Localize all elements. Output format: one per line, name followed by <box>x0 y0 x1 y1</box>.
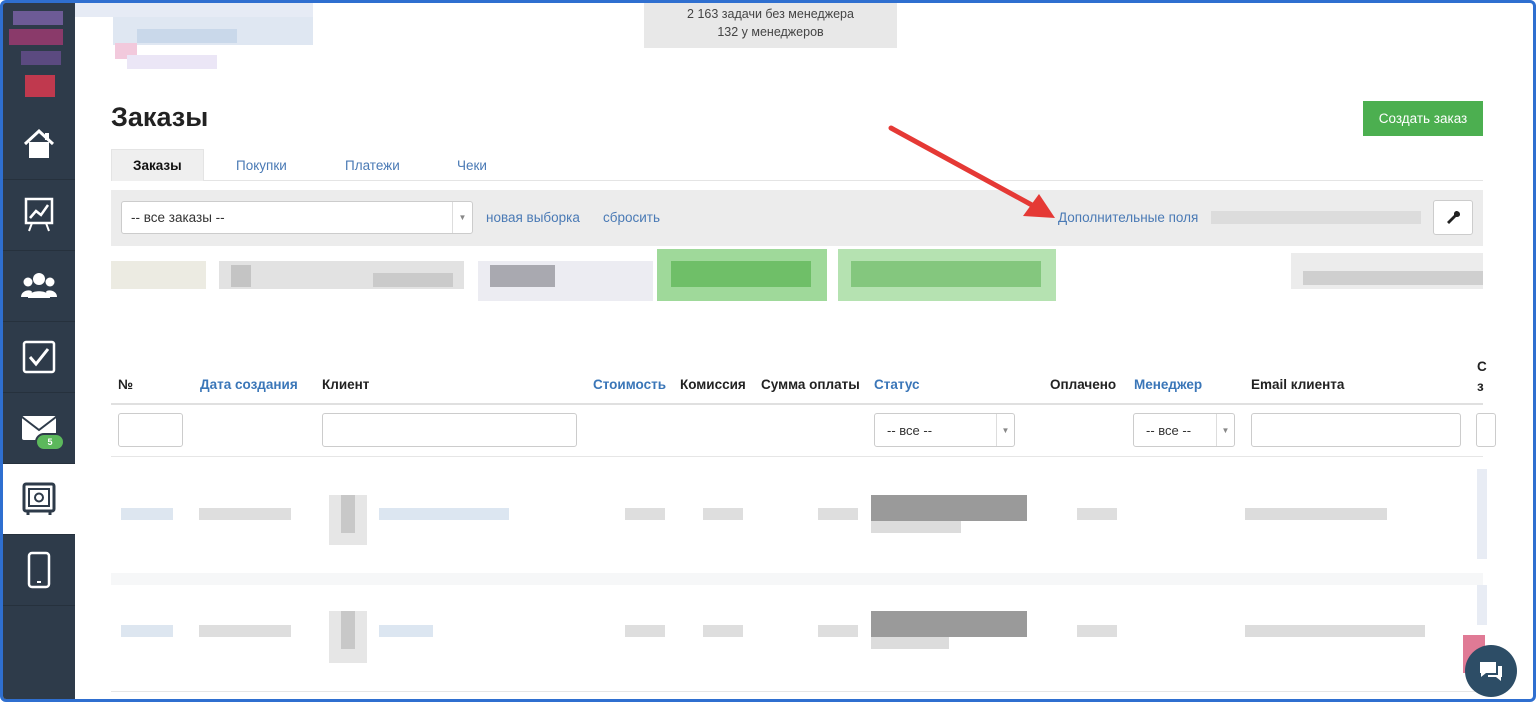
unread-badge: 5 <box>35 433 65 451</box>
page-title: Заказы <box>111 102 209 132</box>
create-order-button[interactable]: Создать заказ <box>1363 101 1483 136</box>
chat-bubble-icon <box>1480 662 1502 681</box>
extra-fields-link[interactable]: Дополнительные поля <box>1058 210 1198 225</box>
tab-payments[interactable]: Платежи <box>345 149 400 181</box>
col-commission: Комиссия <box>680 377 746 392</box>
tab-purchases[interactable]: Покупки <box>236 149 287 181</box>
tab-orders[interactable]: Заказы <box>111 149 204 181</box>
chevron-down-icon: ▼ <box>1216 414 1234 446</box>
sidebar: 5 <box>3 3 75 699</box>
checkbox-icon <box>22 340 56 374</box>
safe-icon <box>22 482 56 515</box>
status-filter-select[interactable]: -- все -- ▼ <box>874 413 1015 447</box>
sidebar-item-reports[interactable] <box>3 180 75 251</box>
account-logo[interactable] <box>3 3 75 109</box>
col-status[interactable]: Статус <box>874 377 920 392</box>
col-payment-sum: Сумма оплаты <box>761 377 860 392</box>
chevron-down-icon: ▼ <box>452 202 472 233</box>
status-filter-value: -- все -- <box>887 423 933 438</box>
row-divider <box>111 691 1483 692</box>
sidebar-item-home[interactable] <box>3 109 75 180</box>
col-price[interactable]: Стоимость <box>593 377 666 392</box>
col-created-date[interactable]: Дата создания <box>200 377 298 392</box>
col-client: Клиент <box>322 377 370 392</box>
sidebar-item-users[interactable] <box>3 251 75 322</box>
table-header-divider <box>111 403 1483 405</box>
tabs: Заказы Покупки Платежи Чеки <box>111 149 1483 181</box>
wrench-icon <box>1447 210 1461 224</box>
chat-widget-button[interactable] <box>1465 645 1517 697</box>
client-filter-input[interactable] <box>322 413 577 447</box>
users-icon <box>21 273 57 298</box>
number-filter-input[interactable] <box>118 413 183 447</box>
home-icon <box>23 128 55 158</box>
settings-button[interactable] <box>1433 200 1473 235</box>
sidebar-item-tasks[interactable] <box>3 322 75 393</box>
account-name-pixelated <box>75 3 315 73</box>
col-manager[interactable]: Менеджер <box>1134 377 1202 392</box>
sidebar-item-mobile[interactable] <box>3 535 75 606</box>
mobile-icon <box>27 551 51 589</box>
tasks-without-manager: 2 163 задачи без менеджера <box>687 7 854 21</box>
tasks-summary[interactable]: 2 163 задачи без менеджера 132 у менедже… <box>644 3 897 48</box>
email-filter-input[interactable] <box>1251 413 1461 447</box>
row-divider <box>111 573 1483 585</box>
tab-receipts[interactable]: Чеки <box>457 149 487 181</box>
truncated-filter-input[interactable] <box>1476 413 1496 447</box>
tasks-with-managers: 132 у менеджеров <box>717 25 824 39</box>
filter-bar: -- все заказы -- ▼ новая выборка сбросит… <box>111 190 1483 246</box>
manager-filter-select[interactable]: -- все -- ▼ <box>1133 413 1235 447</box>
col-truncated: С з <box>1477 359 1487 394</box>
row-divider <box>111 456 1483 457</box>
app-window: 5 2 163 задачи без менеджера 132 у менед… <box>0 0 1536 702</box>
order-selection-value: -- все заказы -- <box>131 210 225 225</box>
manager-filter-value: -- все -- <box>1146 423 1192 438</box>
annotation-arrow-icon <box>888 125 1055 218</box>
sidebar-item-orders[interactable] <box>3 464 75 535</box>
col-number: № <box>118 377 134 392</box>
pixelated-field <box>1211 211 1421 224</box>
reset-link[interactable]: сбросить <box>603 210 660 225</box>
order-selection-select[interactable]: -- все заказы -- ▼ <box>121 201 473 234</box>
new-selection-link[interactable]: новая выборка <box>486 210 580 225</box>
chart-board-icon <box>24 197 54 232</box>
col-client-email: Email клиента <box>1251 377 1345 392</box>
chevron-down-icon: ▼ <box>996 414 1014 446</box>
sidebar-item-messages[interactable]: 5 <box>3 393 75 464</box>
col-paid: Оплачено <box>1050 377 1117 392</box>
